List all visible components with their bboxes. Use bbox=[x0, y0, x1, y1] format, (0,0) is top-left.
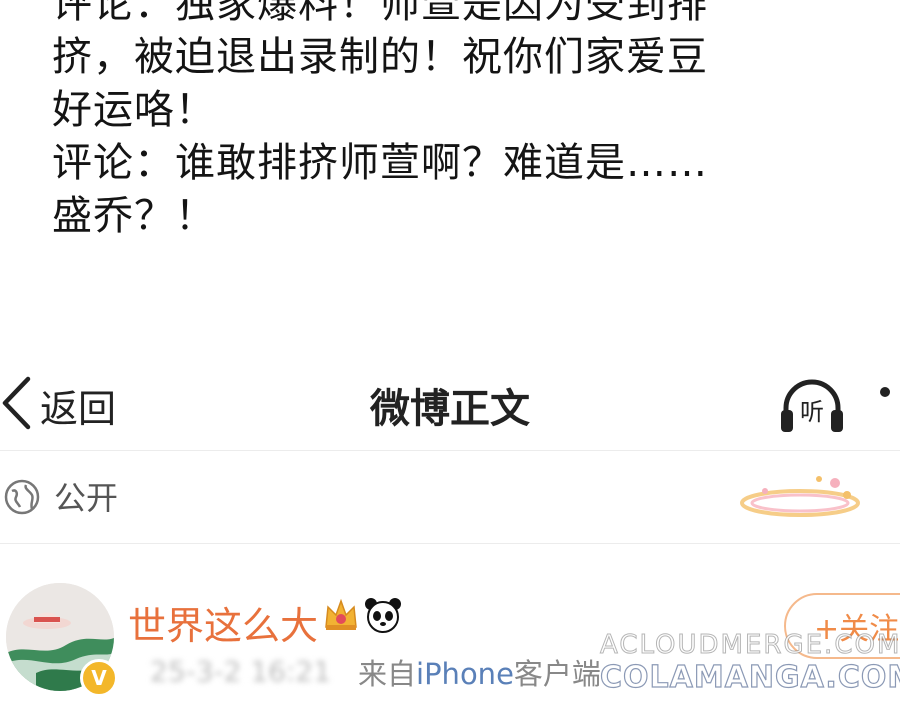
post-source: 来自iPhone客户端 bbox=[358, 651, 601, 693]
caption-line: 盛乔？！ bbox=[52, 193, 216, 239]
headphones-icon bbox=[778, 379, 846, 444]
comic-caption: 评论：独家爆料！师萱是因为受到排 挤，被迫退出录制的！祝你们家爱豆 好运咯！ 评… bbox=[52, 0, 812, 243]
page-title: 微博正文 bbox=[370, 386, 530, 432]
source-device: iPhone bbox=[416, 657, 514, 691]
source-prefix: 来自 bbox=[358, 657, 417, 691]
chevron-left-icon bbox=[0, 375, 34, 435]
back-button[interactable]: 返回 bbox=[0, 370, 116, 440]
listen-button[interactable]: 听 bbox=[778, 372, 846, 440]
panda-icon bbox=[364, 597, 402, 637]
listen-label: 听 bbox=[800, 398, 824, 426]
post-author-row: V 世界这么大 25-3-2 16:21 来自iPhone客户端 +关注 bbox=[0, 545, 900, 703]
caption-line: 评论：独家爆料！师萱是因为受到排 bbox=[52, 0, 708, 27]
visibility-row: 公开 bbox=[0, 451, 900, 544]
follow-button[interactable]: +关注 bbox=[784, 593, 900, 659]
visibility-label: 公开 bbox=[54, 479, 119, 517]
sparkle-decoration-icon bbox=[735, 469, 865, 533]
crown-icon bbox=[322, 597, 360, 637]
source-suffix: 客户端 bbox=[513, 657, 601, 691]
verified-v-icon: V bbox=[80, 659, 118, 697]
caption-line: 挤，被迫退出录制的！祝你们家爱豆 bbox=[52, 34, 708, 80]
top-navbar: 返回 微博正文 听 bbox=[0, 360, 900, 451]
author-name[interactable]: 世界这么大 bbox=[128, 595, 318, 650]
more-dots-icon[interactable] bbox=[880, 387, 890, 397]
back-label: 返回 bbox=[40, 386, 117, 431]
post-timestamp: 25-3-2 16:21 bbox=[150, 655, 332, 688]
globe-icon bbox=[4, 479, 40, 519]
caption-line: 好运咯！ bbox=[52, 87, 216, 133]
caption-line: 评论：谁敢排挤师萱啊？难道是…… bbox=[52, 140, 708, 186]
hat-icon bbox=[22, 601, 72, 635]
